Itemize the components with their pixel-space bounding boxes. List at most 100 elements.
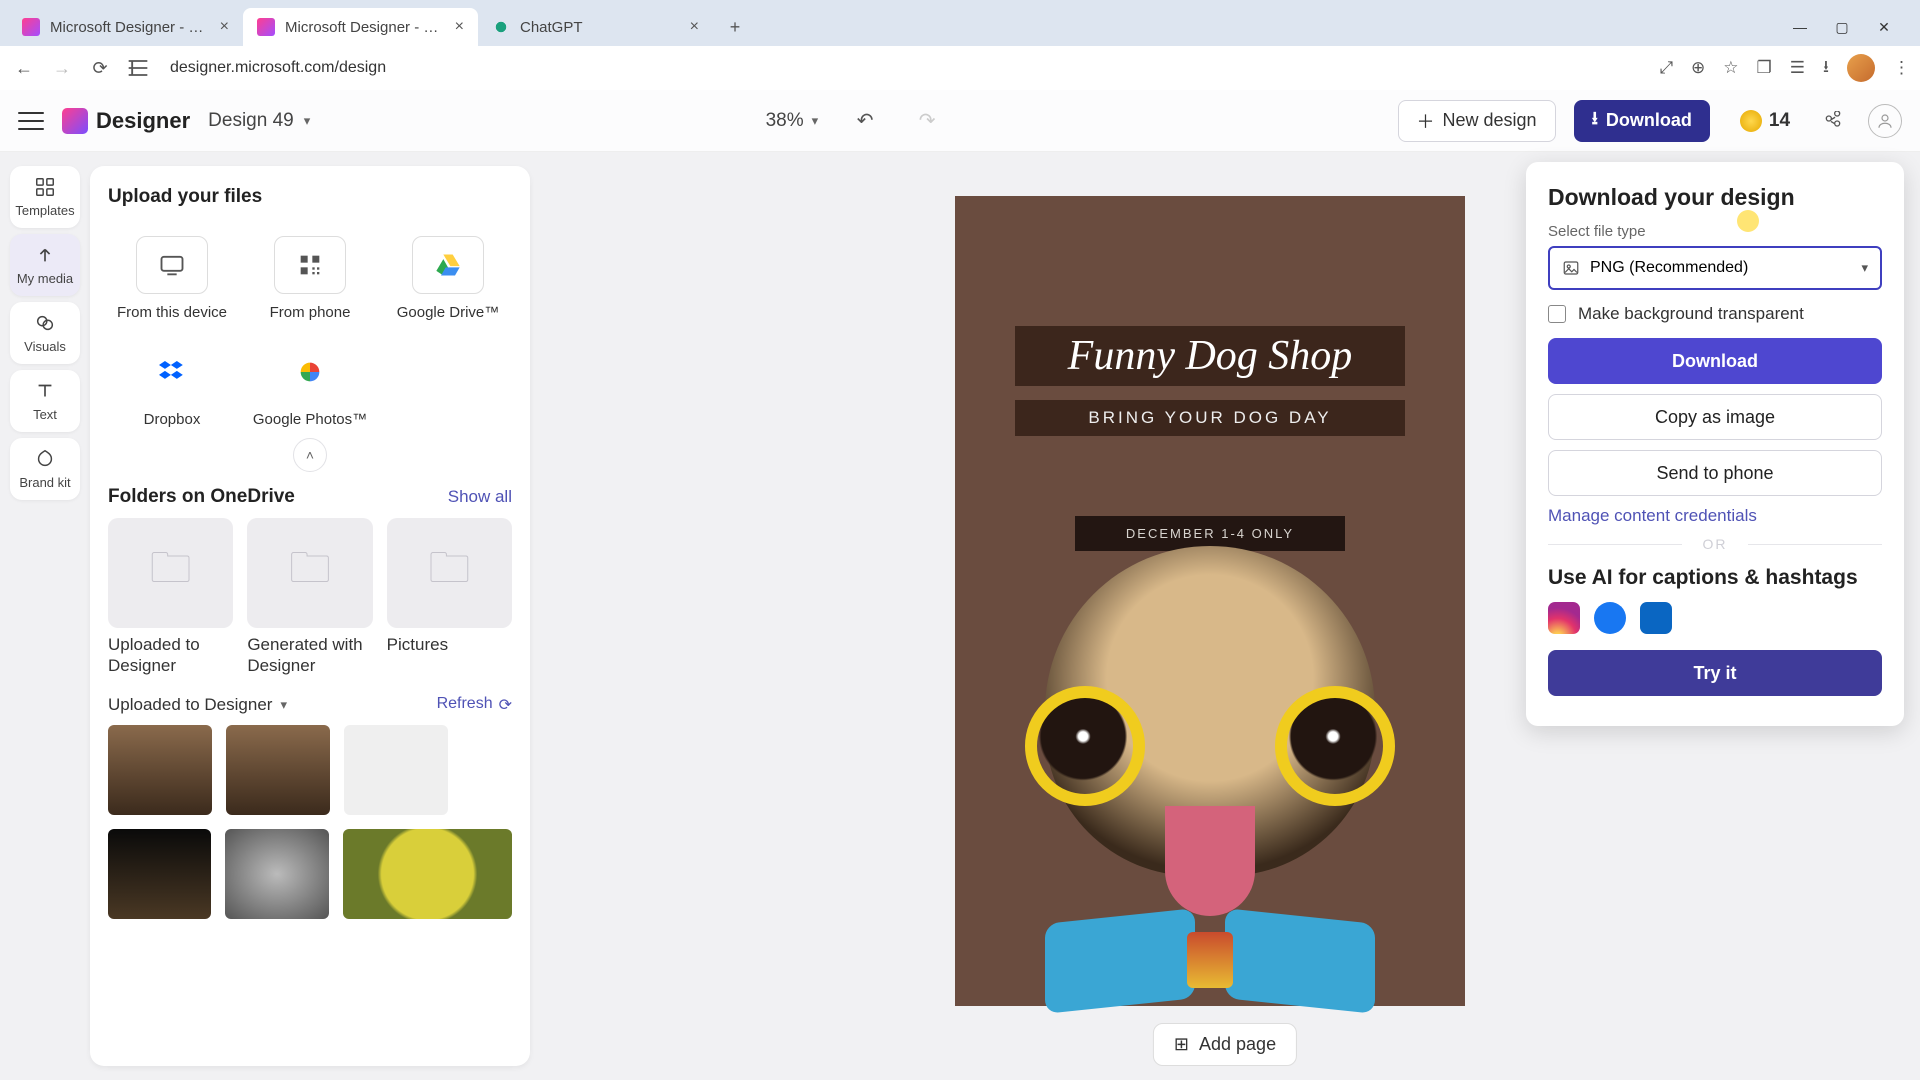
- canvas-title[interactable]: Funny Dog Shop: [1015, 326, 1405, 386]
- folder-tile[interactable]: 🗀 Uploaded to Designer: [108, 518, 233, 677]
- rail-text[interactable]: Text: [10, 370, 80, 432]
- upload-heading: Upload your files: [108, 186, 512, 208]
- browser-tab[interactable]: ChatGPT ×: [478, 8, 713, 46]
- zoom-icon[interactable]: ⊕: [1691, 58, 1705, 78]
- browser-url-bar: ← → ⟳ designer.microsoft.com/design ⤢ ⊕ …: [0, 46, 1920, 90]
- url-input[interactable]: designer.microsoft.com/design: [162, 59, 1649, 77]
- upload-google-drive[interactable]: Google Drive™: [384, 224, 512, 321]
- rail-brand-kit[interactable]: Brand kit: [10, 438, 80, 500]
- extensions-icon[interactable]: ❐: [1757, 58, 1772, 78]
- upload-from-device[interactable]: From this device: [108, 224, 236, 321]
- browser-tabs-bar: Microsoft Designer - Stunning × Microsof…: [0, 0, 1920, 46]
- copy-as-image-button[interactable]: Copy as image: [1548, 394, 1882, 440]
- copy-label: Copy as image: [1655, 407, 1775, 428]
- share-icon[interactable]: [1816, 104, 1850, 138]
- facebook-icon[interactable]: [1594, 602, 1626, 634]
- new-design-label: New design: [1443, 110, 1537, 131]
- back-icon[interactable]: ←: [10, 54, 38, 82]
- maximize-icon[interactable]: ▢: [1832, 19, 1852, 36]
- upload-from-phone[interactable]: From phone: [246, 224, 374, 321]
- browser-tab-active[interactable]: Microsoft Designer - Stunning ×: [243, 8, 478, 46]
- app-bar: Designer Design 49 ▾ 38% ▾ ↶ ↷ ＋ New des…: [0, 90, 1920, 152]
- file-type-select[interactable]: PNG (Recommended) ▾: [1548, 246, 1882, 290]
- upload-google-photos[interactable]: Google Photos™: [246, 331, 374, 428]
- media-thumbnail[interactable]: [344, 725, 448, 815]
- chatgpt-favicon: [492, 18, 510, 36]
- cursor-highlight: [1737, 210, 1759, 232]
- design-name-text: Design 49: [208, 110, 294, 132]
- instagram-icon[interactable]: [1548, 602, 1580, 634]
- popover-download-button[interactable]: Download: [1548, 338, 1882, 384]
- design-canvas[interactable]: Funny Dog Shop BRING YOUR DOG DAY DECEMB…: [955, 196, 1465, 1006]
- upload-source-label: Dropbox: [144, 411, 201, 428]
- media-thumbnail[interactable]: [226, 725, 330, 815]
- media-thumbnail[interactable]: [108, 725, 212, 815]
- canvas-pug-image[interactable]: [995, 546, 1425, 1006]
- app-logo[interactable]: Designer: [62, 108, 190, 134]
- credits-counter[interactable]: 14: [1740, 110, 1790, 132]
- try-it-button[interactable]: Try it: [1548, 650, 1882, 696]
- tab-title: Microsoft Designer - Stunning: [285, 19, 445, 36]
- media-thumbnail[interactable]: [343, 829, 512, 919]
- transparent-bg-checkbox[interactable]: Make background transparent: [1548, 304, 1882, 324]
- close-window-icon[interactable]: ✕: [1874, 19, 1894, 36]
- rail-templates[interactable]: Templates: [10, 166, 80, 228]
- rail-label: Text: [33, 407, 57, 422]
- design-name-dropdown[interactable]: Design 49 ▾: [208, 110, 310, 132]
- close-icon[interactable]: ×: [220, 18, 229, 36]
- chevron-down-icon[interactable]: ▾: [280, 697, 287, 713]
- reload-icon[interactable]: ⟳: [86, 54, 114, 82]
- linkedin-icon[interactable]: [1640, 602, 1672, 634]
- or-separator: OR: [1548, 536, 1882, 552]
- chevron-down-icon: ▾: [1861, 260, 1868, 276]
- refresh-icon: ⟳: [499, 695, 512, 715]
- browser-tab[interactable]: Microsoft Designer - Stunning ×: [8, 8, 243, 46]
- close-icon[interactable]: ×: [690, 18, 699, 36]
- image-icon: [1562, 259, 1580, 277]
- download-label: Download: [1606, 110, 1692, 131]
- media-thumbnail[interactable]: [108, 829, 211, 919]
- rail-label: Visuals: [24, 339, 66, 354]
- designer-favicon: [22, 18, 40, 36]
- minimize-icon[interactable]: ―: [1790, 19, 1810, 36]
- subfolder-name[interactable]: Uploaded to Designer: [108, 695, 272, 715]
- kebab-menu-icon[interactable]: ⋮: [1893, 58, 1910, 78]
- send-to-phone-button[interactable]: Send to phone: [1548, 450, 1882, 496]
- hamburger-menu[interactable]: [18, 112, 44, 130]
- bookmark-icon[interactable]: ☆: [1723, 58, 1738, 78]
- collapse-uploads-button[interactable]: ˄: [293, 438, 327, 472]
- folder-icon: 🗀: [108, 518, 233, 628]
- designer-logo-icon: [62, 108, 88, 134]
- downloads-icon[interactable]: ⭳: [1823, 54, 1829, 83]
- chevron-down-icon: ▾: [304, 113, 311, 129]
- upload-source-label: From this device: [117, 304, 227, 321]
- show-all-link[interactable]: Show all: [448, 487, 512, 507]
- reading-list-icon[interactable]: ☰: [1790, 58, 1805, 78]
- profile-avatar[interactable]: [1847, 54, 1875, 82]
- site-info-icon[interactable]: [124, 54, 152, 82]
- download-button[interactable]: ⭳ Download: [1574, 100, 1710, 142]
- new-design-button[interactable]: ＋ New design: [1398, 100, 1556, 142]
- new-tab-button[interactable]: +: [719, 11, 751, 43]
- rail-visuals[interactable]: Visuals: [10, 302, 80, 364]
- ai-captions-heading: Use AI for captions & hashtags: [1548, 566, 1882, 590]
- refresh-label: Refresh: [437, 695, 493, 715]
- folder-tile[interactable]: 🗀 Pictures: [387, 518, 512, 677]
- folder-icon: 🗀: [387, 518, 512, 628]
- canvas-subtitle[interactable]: BRING YOUR DOG DAY: [1015, 400, 1405, 436]
- try-label: Try it: [1693, 663, 1736, 684]
- file-type-value: PNG (Recommended): [1590, 259, 1748, 277]
- media-thumbnail[interactable]: [225, 829, 328, 919]
- refresh-button[interactable]: Refresh ⟳: [437, 695, 512, 715]
- upload-source-label: Google Drive™: [397, 304, 500, 321]
- rail-my-media[interactable]: My media: [10, 234, 80, 296]
- folder-tile[interactable]: 🗀 Generated with Designer: [247, 518, 372, 677]
- zoom-dropdown[interactable]: 38% ▾: [766, 110, 819, 132]
- add-page-button[interactable]: ⊞ Add page: [1153, 1023, 1297, 1066]
- install-app-icon[interactable]: ⤢: [1659, 58, 1673, 78]
- upload-dropbox[interactable]: Dropbox: [108, 331, 236, 428]
- account-avatar[interactable]: [1868, 104, 1902, 138]
- manage-credentials-link[interactable]: Manage content credentials: [1548, 506, 1882, 526]
- close-icon[interactable]: ×: [455, 18, 464, 36]
- undo-icon[interactable]: ↶: [850, 106, 880, 136]
